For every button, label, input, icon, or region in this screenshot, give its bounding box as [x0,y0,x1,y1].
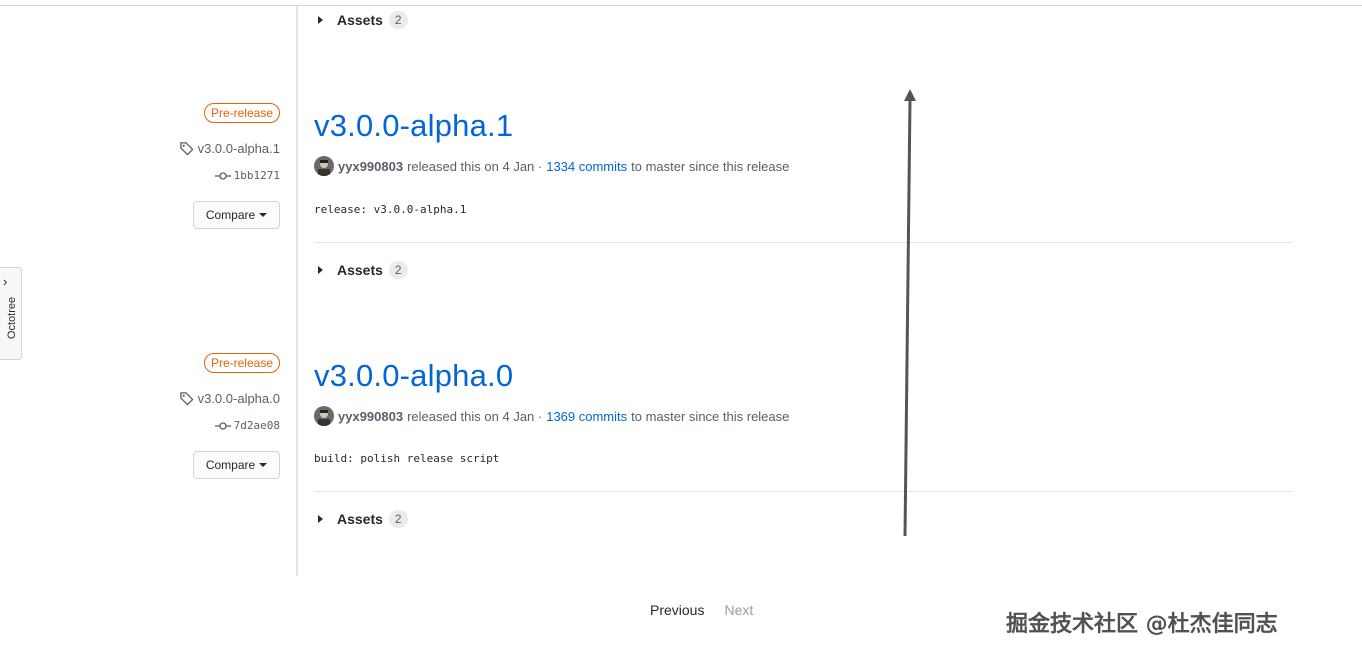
arrow-up-annotation [903,89,916,537]
watermark: 掘金技术社区 @杜杰佳同志 [1006,612,1278,637]
